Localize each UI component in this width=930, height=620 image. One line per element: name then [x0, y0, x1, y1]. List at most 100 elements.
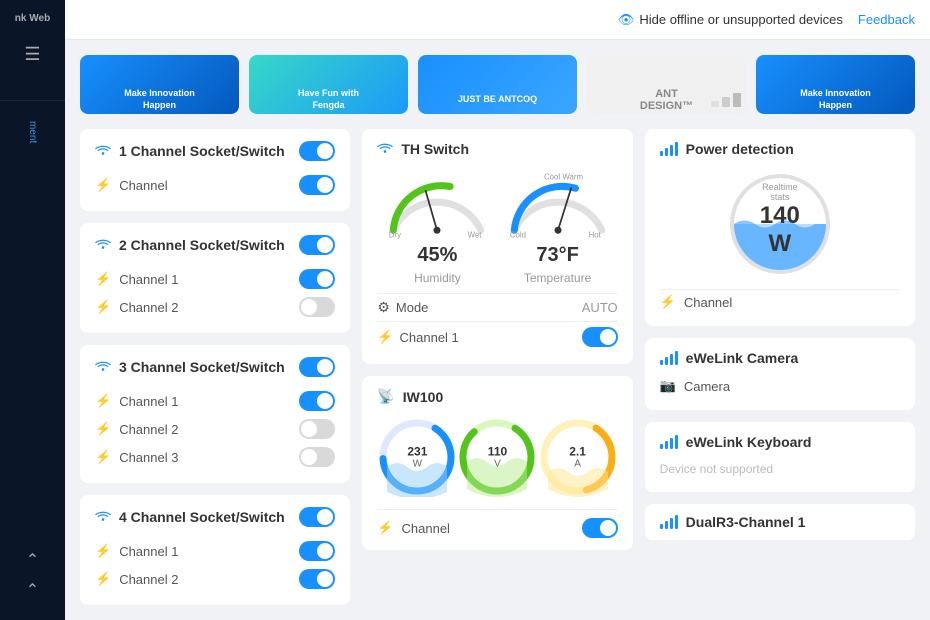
bar-icon-camera — [660, 351, 678, 365]
iw-channel-label: Channel — [402, 521, 450, 536]
device-card-2ch: 2 Channel Socket/Switch ⚡ Channel 1 — [80, 223, 350, 333]
temperature-svg: Cold Cool Warm Hot — [498, 169, 618, 239]
toggle-1ch-main[interactable] — [299, 141, 335, 161]
svg-text:Cool: Cool — [544, 173, 560, 182]
voltage-gauge: 110 V — [457, 417, 537, 497]
camera-channel-row: 📷 Camera — [660, 374, 900, 398]
toggle-2ch-main[interactable] — [299, 235, 335, 255]
right-column: Power detection — [645, 129, 915, 605]
keyboard-name: eWeLink Keyboard — [686, 434, 812, 450]
dualr3-name: DualR3-Channel 1 — [686, 514, 806, 530]
toggle-4ch-main[interactable] — [299, 507, 335, 527]
iw-channel-row: ⚡ Channel — [377, 509, 617, 538]
toggle-3ch-main[interactable] — [299, 357, 335, 377]
ewelink-camera-card: eWeLink Camera 📷 Camera — [645, 338, 915, 410]
toggle-3ch-ch2[interactable] — [299, 419, 335, 439]
feedback-link[interactable]: Feedback — [858, 12, 915, 27]
toggle-4ch-ch2[interactable] — [299, 569, 335, 589]
collapse-icon-1[interactable]: ⌃ — [26, 550, 39, 570]
humidity-value: 45% — [377, 244, 497, 267]
nav-item-1[interactable]: ment — [27, 111, 38, 153]
antenna-icon: 📡 — [377, 388, 394, 405]
power-watt-value: 140 W — [752, 202, 807, 258]
realtime-label: Realtime stats — [752, 182, 807, 202]
toggle-1ch-ch1[interactable] — [299, 175, 335, 195]
toggle-th-ch1[interactable] — [582, 327, 618, 347]
bar-icon-power — [660, 142, 678, 156]
iw100-name: IW100 — [403, 389, 443, 405]
voltage-gauge-unit: V — [488, 459, 507, 470]
toggle-3ch-ch3[interactable] — [299, 447, 335, 467]
humidity-label: Humidity — [377, 271, 497, 285]
middle-column: TH Switch — [362, 129, 632, 605]
power-gauge: 231 W — [377, 417, 457, 497]
lightning-icon-4ch-2: ⚡ — [95, 571, 111, 587]
power-gauge-unit: W — [407, 459, 427, 470]
promo-row: Make InnovationHappen Black Friday Deals… — [80, 55, 915, 114]
power-channel-row: ⚡ Channel — [660, 289, 900, 314]
device-name-3ch: 3 Channel Socket/Switch — [119, 359, 285, 375]
th-channel-row: ⚡ Channel 1 — [377, 321, 617, 352]
wifi-icon-1ch — [95, 143, 111, 159]
power-channel-label: Channel — [684, 295, 732, 310]
topbar: 👁 Hide offline or unsupported devices Fe… — [65, 0, 930, 40]
power-detection-card: Power detection — [645, 129, 915, 326]
channel-label-4ch-1: Channel 1 — [119, 544, 178, 559]
device-name-2ch: 2 Channel Socket/Switch — [119, 237, 285, 253]
promo-card-5[interactable]: Make InnovationHappen Black Friday Deals… — [756, 55, 915, 114]
toggle-4ch-ch1[interactable] — [299, 541, 335, 561]
svg-text:Hot: Hot — [588, 230, 601, 239]
device-name-4ch: 4 Channel Socket/Switch — [119, 509, 285, 525]
promo-card-4[interactable]: ANTDESIGN™ What's new 10 New Features re… — [587, 55, 746, 114]
lightning-icon-2ch-2: ⚡ — [95, 299, 111, 315]
bar-icon-keyboard — [660, 435, 678, 449]
ewelink-keyboard-card: eWeLink Keyboard Device not supported — [645, 422, 915, 492]
channel-label-3ch-1: Channel 1 — [119, 394, 178, 409]
eye-icon: 👁 — [618, 12, 635, 28]
svg-text:Dry: Dry — [389, 230, 401, 239]
mode-row: ⚙ Mode AUTO — [377, 293, 617, 321]
device-card-1ch: 1 Channel Socket/Switch ⚡ Channel — [80, 129, 350, 211]
th-switch-card: TH Switch — [362, 129, 632, 364]
lightning-icon-3ch-1: ⚡ — [95, 393, 111, 409]
toggle-2ch-ch1[interactable] — [299, 269, 335, 289]
hamburger-icon[interactable]: ☰ — [24, 44, 40, 65]
promo-banner-2: Have Fun withFengda — [249, 55, 408, 114]
current-gauge: 2.1 A — [538, 417, 618, 497]
mode-label: Mode — [396, 300, 429, 315]
hide-offline-button[interactable]: 👁 Hide offline or unsupported devices — [618, 12, 843, 28]
toggle-2ch-ch2[interactable] — [299, 297, 335, 317]
lightning-icon-power: ⚡ — [660, 294, 676, 310]
voltage-gauge-value: 110 — [488, 445, 507, 459]
toggle-3ch-ch1[interactable] — [299, 391, 335, 411]
th-channel-label: Channel 1 — [400, 330, 459, 345]
temperature-gauge: Cold Cool Warm Hot 73°F Temperature — [498, 169, 618, 285]
content-area: Make InnovationHappen Black Friday Deals… — [65, 40, 930, 620]
app-logo: nk Web — [15, 10, 50, 24]
camera-name: eWeLink Camera — [686, 350, 799, 366]
th-switch-name: TH Switch — [401, 141, 469, 157]
main-content: 👁 Hide offline or unsupported devices Fe… — [65, 0, 930, 620]
channel-label-2ch-2: Channel 2 — [119, 300, 178, 315]
hide-offline-label: Hide offline or unsupported devices — [639, 12, 843, 27]
lightning-icon-3ch-2: ⚡ — [95, 421, 111, 437]
promo-card-3[interactable]: JUST BE ANTCOQ Earlybird ONLY! Touch scr… — [418, 55, 577, 114]
sidebar: nk Web ☰ ment ⌃ ⌃ — [0, 0, 65, 620]
left-column: 1 Channel Socket/Switch ⚡ Channel — [80, 129, 350, 605]
collapse-icon-2[interactable]: ⌃ — [26, 580, 39, 600]
iw100-card: 📡 IW100 — [362, 376, 632, 550]
promo-banner-1: Make InnovationHappen — [80, 55, 239, 114]
power-gauge-value: 231 — [407, 445, 427, 459]
bar-icon-dualr3 — [660, 515, 678, 529]
toggle-iw-ch[interactable] — [582, 518, 618, 538]
channel-row-1ch: ⚡ Channel — [95, 171, 335, 199]
lightning-icon-iw: ⚡ — [377, 520, 393, 536]
promo-card-1[interactable]: Make InnovationHappen Black Friday Deals… — [80, 55, 239, 114]
promo-card-2[interactable]: Have Fun withFengda eWeLink smart home b… — [249, 55, 408, 114]
current-gauge-unit: A — [569, 459, 586, 470]
power-circle-container: Realtime stats 140 W — [725, 169, 835, 279]
channel-label-2ch-1: Channel 1 — [119, 272, 178, 287]
camera-label: Camera — [684, 379, 730, 394]
lightning-icon-th: ⚡ — [377, 329, 393, 345]
promo-banner-4: ANTDESIGN™ — [587, 55, 746, 114]
